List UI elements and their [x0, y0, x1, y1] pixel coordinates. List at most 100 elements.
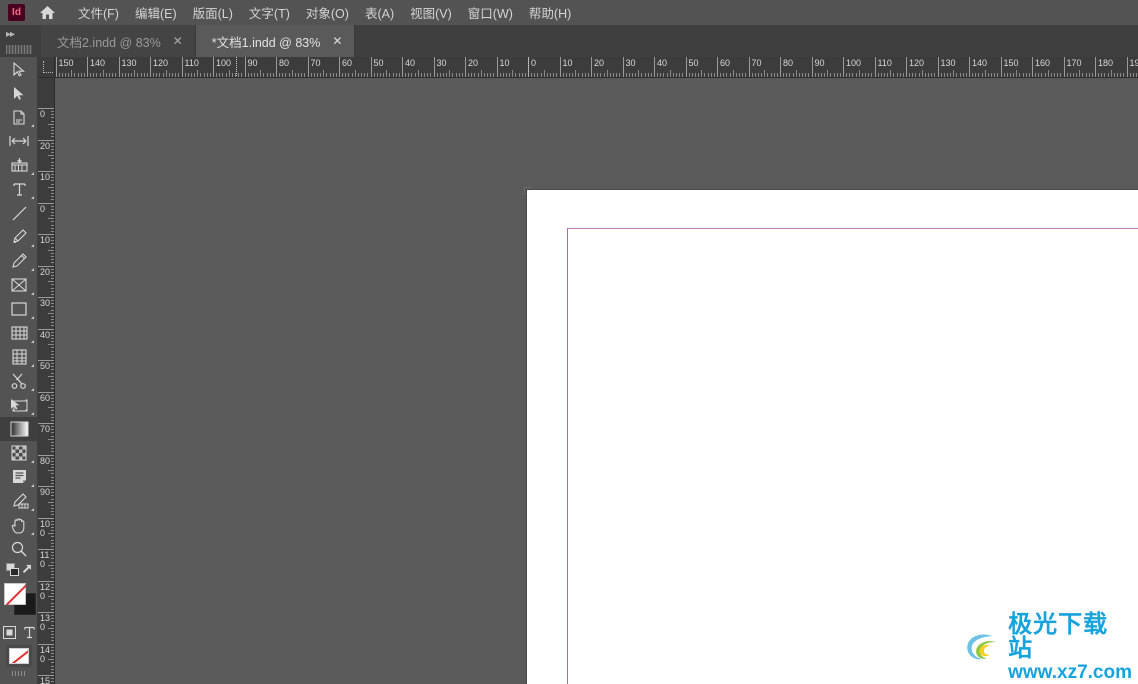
ruler-minor-tick	[373, 73, 375, 77]
document-page[interactable]	[527, 190, 1138, 684]
tool-flyout-indicator[interactable]	[31, 412, 34, 415]
selection-tool[interactable]	[0, 57, 38, 81]
home-icon[interactable]	[34, 1, 60, 25]
toolbar-drag-grip[interactable]	[6, 45, 32, 54]
ruler-minor-tick	[773, 73, 775, 77]
zoom-tool[interactable]	[0, 537, 38, 561]
line-tool[interactable]	[0, 201, 38, 225]
ruler-minor-tick	[1038, 73, 1040, 77]
frame-tool[interactable]	[0, 273, 38, 297]
tool-flyout-indicator[interactable]	[31, 124, 34, 127]
scissors-tool[interactable]	[0, 369, 38, 393]
tool-flyout-indicator[interactable]	[31, 364, 34, 367]
tool-flyout-indicator[interactable]	[31, 388, 34, 391]
ruler-label: 100	[216, 58, 232, 68]
content-collector-tool[interactable]	[0, 153, 38, 177]
pen-tool[interactable]	[0, 225, 38, 249]
direct-selection-tool[interactable]	[0, 81, 38, 105]
close-icon[interactable]: ✕	[332, 35, 342, 47]
ruler-minor-tick	[792, 73, 794, 77]
ruler-minor-tick	[124, 73, 126, 77]
ruler-minor-tick	[74, 73, 76, 77]
tool-flyout-indicator[interactable]	[31, 484, 34, 487]
document-canvas[interactable]	[55, 78, 1138, 684]
tool-flyout-indicator[interactable]	[31, 196, 34, 199]
ruler-minor-tick	[861, 73, 863, 77]
note-tool[interactable]	[0, 465, 38, 489]
gradient-feather-tool[interactable]	[0, 441, 38, 465]
ruler-minor-tick	[51, 539, 54, 541]
pencil-tool[interactable]	[0, 249, 38, 273]
menu-bar: Id 文件(F) 编辑(E) 版面(L) 文字(T) 对象(O) 表(A) 视图…	[0, 0, 1138, 25]
ruler-minor-tick	[51, 259, 54, 261]
tool-flyout-indicator[interactable]	[31, 460, 34, 463]
ruler-minor-tick	[51, 337, 54, 339]
ruler-minor-tick	[51, 130, 54, 132]
menu-item-window[interactable]: 窗口(W)	[460, 0, 521, 25]
document-tab-doc2[interactable]: 文档2.indd @ 83% ✕	[41, 25, 196, 57]
ruler-label: 10	[499, 58, 510, 68]
gradient-swatch-tool[interactable]	[0, 417, 38, 441]
ruler-minor-tick	[231, 73, 233, 77]
toolbar-bottom-grip[interactable]	[11, 671, 26, 676]
ruler-minor-tick	[294, 73, 296, 77]
fill-stroke-swatches[interactable]	[0, 581, 38, 623]
menu-item-edit[interactable]: 编辑(E)	[127, 0, 185, 25]
tool-flyout-indicator[interactable]	[31, 292, 34, 295]
tool-flyout-indicator[interactable]	[31, 172, 34, 175]
transform-tool[interactable]	[0, 393, 38, 417]
ruler-minor-tick	[51, 514, 54, 516]
ruler-minor-tick	[1085, 73, 1087, 77]
ruler-minor-tick	[48, 375, 54, 377]
ruler-minor-tick	[1028, 73, 1030, 77]
tool-flyout-indicator[interactable]	[31, 244, 34, 247]
menu-item-help[interactable]: 帮助(H)	[521, 0, 579, 25]
gap-tool[interactable]	[0, 129, 38, 153]
free-transform-tool[interactable]	[0, 321, 38, 345]
ruler-minor-tick	[51, 205, 54, 207]
ruler-minor-tick	[238, 73, 240, 77]
menu-item-layout[interactable]: 版面(L)	[185, 0, 241, 25]
rectangle-tool[interactable]	[0, 297, 38, 321]
menu-item-object[interactable]: 对象(O)	[298, 0, 357, 25]
ruler-minor-tick	[335, 73, 337, 77]
ruler-minor-tick	[225, 73, 227, 77]
double-chevron-right-icon[interactable]: ▸▸	[6, 30, 15, 40]
tool-flyout-indicator[interactable]	[31, 508, 34, 511]
menu-item-view[interactable]: 视图(V)	[402, 0, 460, 25]
ruler-label: 160	[1035, 58, 1051, 68]
page-tool[interactable]	[0, 105, 38, 129]
apply-none-button[interactable]	[5, 645, 32, 667]
ruler-minor-tick	[575, 70, 577, 77]
ruler-guide-marker	[236, 57, 237, 77]
eyedropper-tool[interactable]	[0, 489, 38, 513]
document-tab-doc1[interactable]: *文档1.indd @ 83% ✕	[195, 25, 356, 57]
horizontal-ruler[interactable]: 150 140 130 120 110 100 90 80 70 60 50 40 30 20 10 0 10 2…	[55, 57, 1138, 78]
ruler-minor-tick	[587, 73, 589, 77]
ruler-label: 120	[40, 581, 51, 601]
ruler-minor-tick	[51, 189, 54, 191]
ruler-minor-tick	[660, 73, 662, 77]
ruler-minor-tick	[1088, 73, 1090, 77]
ruler-minor-tick	[1016, 70, 1018, 77]
ruler-minor-tick	[187, 73, 189, 77]
menu-item-table[interactable]: 表(A)	[357, 0, 402, 25]
tool-flyout-indicator[interactable]	[31, 340, 34, 343]
ruler-minor-tick	[51, 322, 54, 324]
table-tool[interactable]	[0, 345, 38, 369]
tool-flyout-indicator[interactable]	[31, 268, 34, 271]
tool-flyout-indicator[interactable]	[31, 532, 34, 535]
tab-strip: 文档2.indd @ 83% ✕ *文档1.indd @ 83% ✕	[41, 25, 356, 57]
tool-flyout-indicator[interactable]	[31, 316, 34, 319]
close-icon[interactable]: ✕	[173, 35, 183, 47]
ruler-minor-tick	[288, 73, 290, 77]
hand-tool[interactable]	[0, 513, 38, 537]
menu-item-type[interactable]: 文字(T)	[241, 0, 298, 25]
ruler-origin-box[interactable]	[38, 57, 55, 78]
vertical-ruler[interactable]: 0 20 10 0 10 20 30 40 50 60 70 80 90 100 110 120 130 140 1…	[38, 78, 55, 684]
ruler-minor-tick	[348, 73, 350, 77]
ruler-minor-tick	[51, 117, 54, 119]
menu-item-file[interactable]: 文件(F)	[70, 0, 127, 25]
fill-swatch[interactable]	[4, 583, 26, 605]
type-tool[interactable]	[0, 177, 38, 201]
